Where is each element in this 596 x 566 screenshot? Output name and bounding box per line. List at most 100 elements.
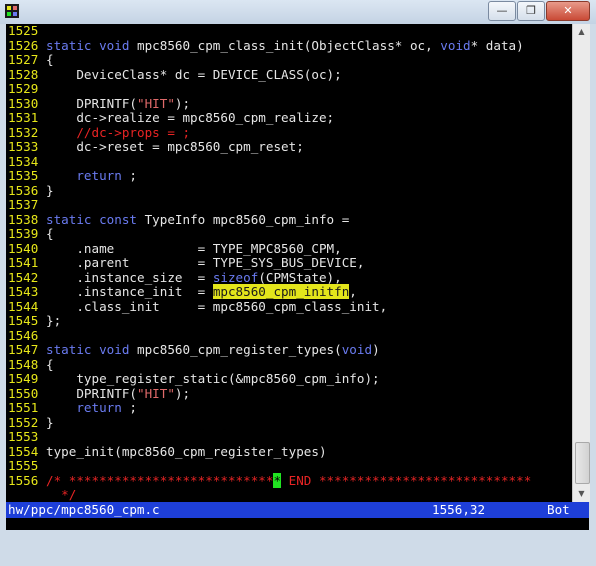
keyword-token: void xyxy=(341,342,373,357)
code-text: { xyxy=(46,52,54,67)
line-number: 1546 xyxy=(8,327,39,343)
keyword-token: return xyxy=(76,400,122,415)
string-token: "HIT" xyxy=(137,385,175,401)
code-line[interactable]: 1553 xyxy=(6,429,572,445)
code-line[interactable]: 1530 DPRINTF("HIT"); xyxy=(6,95,572,112)
code-line[interactable]: 1546 xyxy=(6,327,572,344)
code-text: { xyxy=(46,356,54,372)
code-text: dc->reset = mpc8560_cpm_reset; xyxy=(46,139,304,154)
line-number: 1554 xyxy=(8,443,39,459)
code-text: } xyxy=(46,414,54,430)
line-number: 1540 xyxy=(8,240,39,256)
text-cursor: * xyxy=(273,472,282,488)
close-button[interactable]: ✕ xyxy=(546,1,590,21)
code-text: (CPMState), xyxy=(258,269,342,285)
line-number: 1532 xyxy=(8,124,39,140)
code-text: mpc8560_cpm_class_init(ObjectClass* oc, xyxy=(129,37,441,53)
code-line[interactable]: 1541 .parent = TYPE_SYS_BUS_DEVICE, xyxy=(6,255,572,271)
line-number: 1527 xyxy=(8,52,39,67)
status-bar: hw/ppc/mpc8560_cpm.c 1556,32 Bot xyxy=(6,502,589,518)
restore-button[interactable]: ❐ xyxy=(517,1,545,21)
code-text: type_init(mpc8560_cpm_register_types) xyxy=(46,443,327,459)
code-text: }; xyxy=(46,313,62,328)
search-highlight: mpc8560_cpm_initfn xyxy=(212,284,350,299)
code-text: { xyxy=(46,226,54,241)
keyword-token: return xyxy=(76,168,122,183)
code-text: ; xyxy=(121,400,138,415)
window-frame-bottom xyxy=(0,530,596,536)
line-number: 1535 xyxy=(8,168,39,183)
line-number: 1533 xyxy=(8,139,39,154)
code-line[interactable]: 1536} xyxy=(6,183,572,199)
comment-token: /* *************************** xyxy=(46,472,274,488)
code-text: mpc8560_cpm_register_types( xyxy=(129,342,342,357)
keyword-token: void xyxy=(440,37,471,53)
code-text: DeviceClass* dc = DEVICE_CLASS(oc); xyxy=(46,66,342,82)
line-number: 1531 xyxy=(8,110,39,125)
code-line[interactable]: 1554 type_init(mpc8560_cpm_register_types… xyxy=(6,443,572,460)
line-number: 1548 xyxy=(8,356,39,372)
window-frame-right xyxy=(589,24,596,536)
comment-token: */ xyxy=(46,487,77,502)
code-text: type_register_static(&mpc8560_cpm_info); xyxy=(46,371,380,386)
code-line[interactable]: 1529 xyxy=(6,81,572,97)
status-scroll-indicator: Bot xyxy=(547,502,570,517)
code-line[interactable]: 1535 return ; xyxy=(6,168,572,184)
code-line[interactable]: 1547 static void mpc8560_cpm_register_typ… xyxy=(6,342,572,358)
code-text: .parent = TYPE_SYS_BUS_DEVICE, xyxy=(46,255,365,270)
code-line[interactable]: 1532 //dc->props = ; xyxy=(6,124,572,141)
code-line[interactable]: 1531 dc->realize = mpc8560_cpm_realize; xyxy=(6,110,572,126)
line-number: 1544 xyxy=(8,298,39,314)
code-line[interactable]: 1537 xyxy=(6,197,572,213)
comment-token: //dc->props = ; xyxy=(46,124,191,140)
code-text: .instance_size = xyxy=(46,269,213,285)
code-line[interactable]: */ xyxy=(6,487,572,502)
line-number: 1555 xyxy=(8,458,39,473)
scrollbar-thumb[interactable] xyxy=(575,442,590,484)
line-number: 1551 xyxy=(8,400,39,415)
vertical-scrollbar[interactable]: ▲ ▼ xyxy=(572,24,590,502)
line-number: 1549 xyxy=(8,371,39,386)
keyword-token: static void xyxy=(46,342,130,357)
line-number: 1552 xyxy=(8,414,39,430)
code-line[interactable]: 1548 { xyxy=(6,356,572,373)
line-number: 1528 xyxy=(8,66,39,82)
status-filename: hw/ppc/mpc8560_cpm.c xyxy=(8,502,160,517)
code-line[interactable]: 1551 return ; xyxy=(6,400,572,416)
code-line[interactable]: 1527 { xyxy=(6,52,572,68)
line-number: 1550 xyxy=(8,385,39,401)
line-number: 1541 xyxy=(8,255,39,270)
code-line[interactable]: 1526 static void mpc8560_cpm_class_init(O… xyxy=(6,37,572,54)
code-line[interactable]: 1550 DPRINTF("HIT"); xyxy=(6,385,572,402)
minimize-button[interactable]: — xyxy=(488,1,516,21)
scroll-down-arrow-icon[interactable]: ▼ xyxy=(574,486,589,502)
code-line[interactable]: 1528 DeviceClass* dc = DEVICE_CLASS(oc); xyxy=(6,66,572,83)
line-number: 1529 xyxy=(8,81,39,96)
editor-buffer[interactable]: 1525 1526 static void mpc8560_cpm_class_in… xyxy=(6,24,572,502)
line-number: 1545 xyxy=(8,313,39,328)
code-line[interactable]: 1534 xyxy=(6,154,572,170)
code-line[interactable]: 1538 static const TypeInfo mpc8560_cpm_in… xyxy=(6,211,572,228)
code-line[interactable]: 1549 type_register_static(&mpc8560_cpm_i… xyxy=(6,371,572,387)
code-line[interactable]: 1552} xyxy=(6,414,572,431)
code-line[interactable]: 1539 { xyxy=(6,226,572,242)
code-line[interactable]: 1556 /* **************************** END … xyxy=(6,472,572,489)
code-line[interactable]: 1545}; xyxy=(6,313,572,329)
code-line[interactable]: 1555 xyxy=(6,458,572,474)
line-number: 1556 xyxy=(8,472,39,488)
line-number: 1542 xyxy=(8,269,39,285)
code-line[interactable]: 1543 .instance_init = mpc8560_cpm_initfn… xyxy=(6,284,572,300)
string-token: "HIT" xyxy=(137,95,175,111)
code-line[interactable]: 1525 xyxy=(6,24,572,39)
code-line[interactable]: 1540 .name = TYPE_MPC8560_CPM, xyxy=(6,240,572,257)
command-line[interactable] xyxy=(6,518,589,530)
scroll-up-arrow-icon[interactable]: ▲ xyxy=(574,24,589,40)
code-line[interactable]: 1533 dc->reset = mpc8560_cpm_reset; xyxy=(6,139,572,155)
code-text: TypeInfo mpc8560_cpm_info = xyxy=(137,211,350,227)
line-number: 1547 xyxy=(8,342,39,357)
line-number: 1553 xyxy=(8,429,39,444)
line-number: 1539 xyxy=(8,226,39,241)
code-line[interactable]: 1544 .class_init = mpc8560_cpm_class_ini… xyxy=(6,298,572,315)
code-line[interactable]: 1542 .instance_size = sizeof(CPMState), xyxy=(6,269,572,286)
